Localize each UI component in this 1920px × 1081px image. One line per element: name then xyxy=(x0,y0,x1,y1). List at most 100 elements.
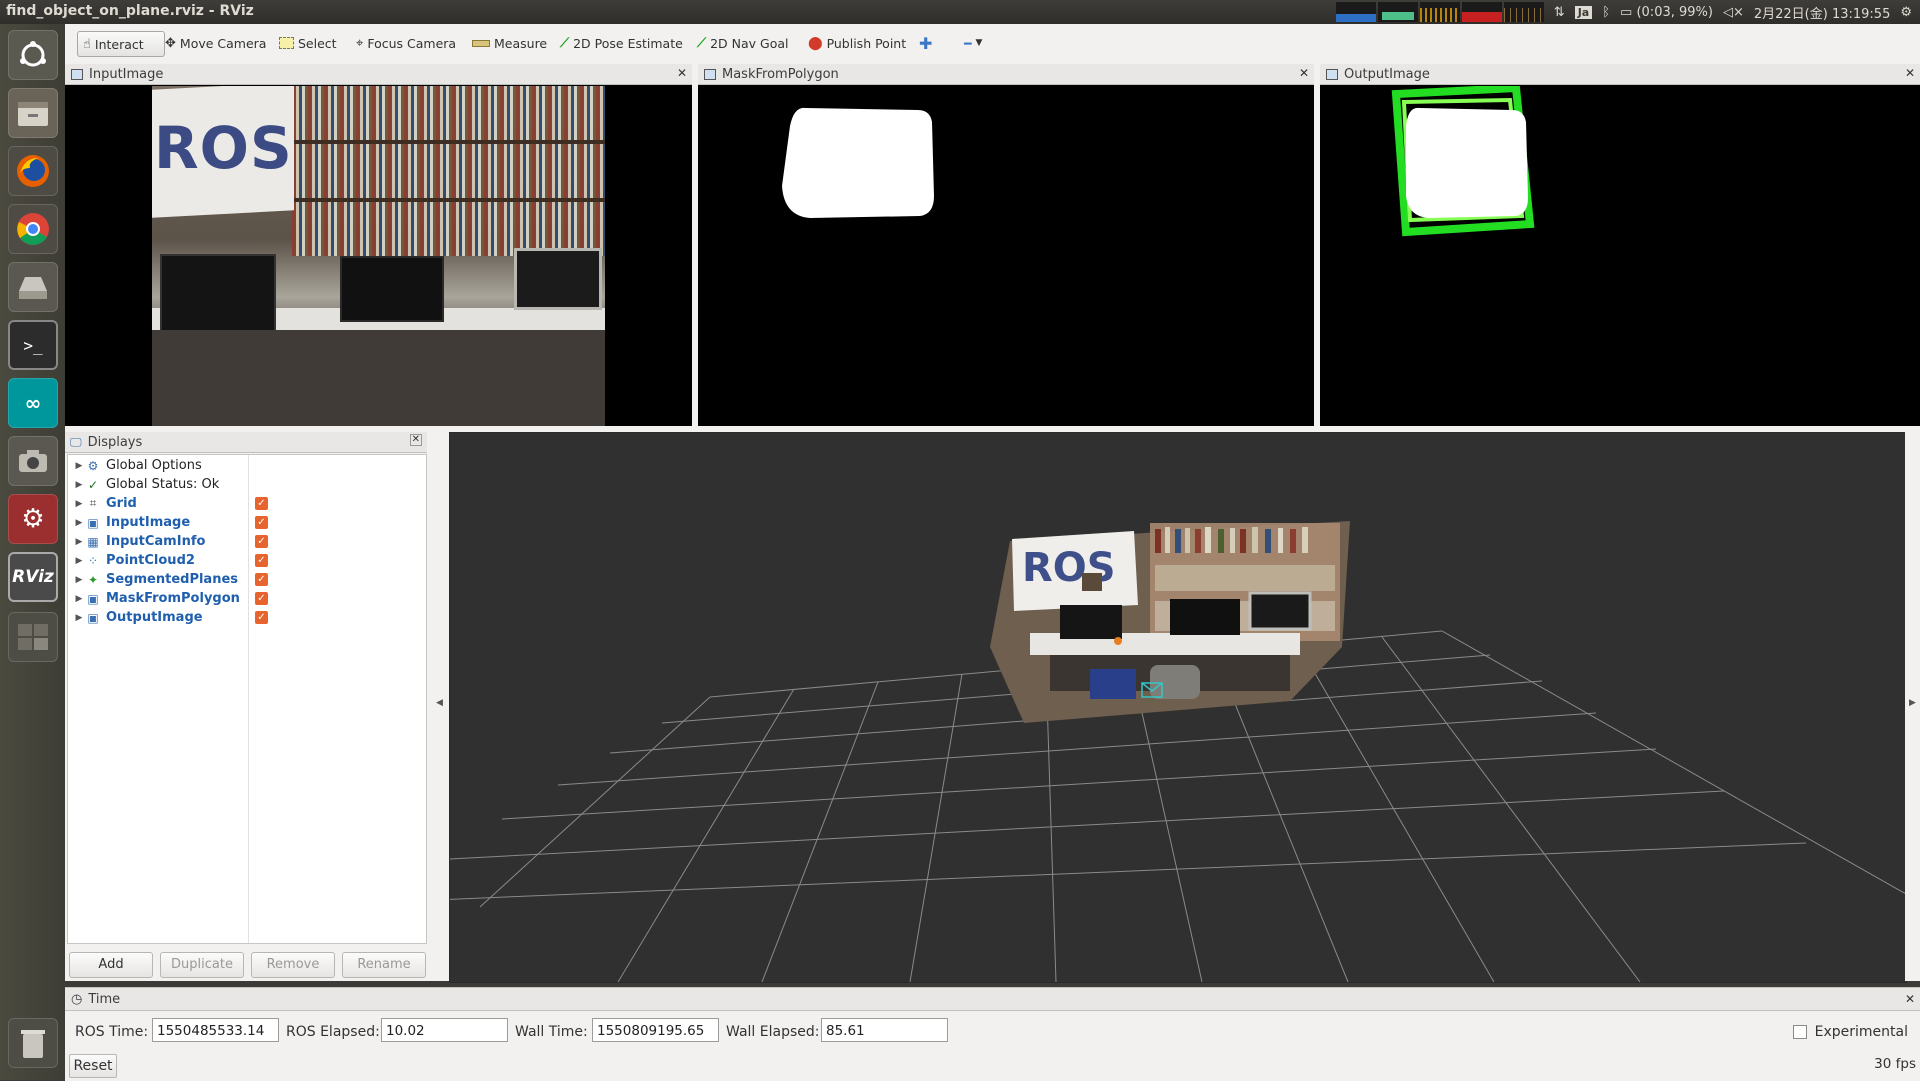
expand-arrow-icon[interactable]: ▶ xyxy=(72,556,86,566)
rename-display-button[interactable]: Rename xyxy=(342,952,426,978)
terminal-icon[interactable]: >_ xyxy=(8,320,58,370)
add-tool-button[interactable]: ✚ xyxy=(914,31,937,55)
display-row-output-image[interactable]: ▶ ▣ OutputImage ✓ xyxy=(68,608,426,627)
workspace-icon[interactable] xyxy=(8,612,58,662)
wall-time-field[interactable]: 1550809195.65 xyxy=(592,1018,719,1042)
panel-header: InputImage ✕ xyxy=(65,64,692,85)
display-label: SegmentedPlanes xyxy=(106,572,239,587)
collapse-right-icon[interactable]: ▶ xyxy=(1909,698,1916,708)
rviz-icon[interactable]: RViz xyxy=(8,552,58,602)
files-icon[interactable] xyxy=(8,88,58,138)
network-icon[interactable]: ⇅ xyxy=(1554,5,1565,20)
display-row-segmented-planes[interactable]: ▶ ✦ SegmentedPlanes ✓ xyxy=(68,570,426,589)
expand-arrow-icon[interactable]: ▶ xyxy=(72,480,86,490)
display-row-input-image[interactable]: ▶ ▣ InputImage ✓ xyxy=(68,513,426,532)
clock-icon: ◷ xyxy=(71,991,83,1007)
close-icon[interactable]: ✕ xyxy=(1905,66,1915,80)
focus-icon: ⌖ xyxy=(356,35,364,51)
tool-publish-point[interactable]: ⬤ Publish Point xyxy=(803,31,911,55)
trash-icon[interactable] xyxy=(8,1018,58,1068)
gear-icon[interactable]: ⚙ xyxy=(1900,5,1912,20)
tool-measure[interactable]: Measure xyxy=(467,31,552,55)
settings-icon[interactable]: ⚙ xyxy=(8,494,58,544)
display-label: OutputImage xyxy=(106,610,203,625)
tool-label: 2D Nav Goal xyxy=(710,35,789,51)
tool-2d-pose-estimate[interactable]: ⟋ 2D Pose Estimate xyxy=(555,31,688,55)
output-image-panel: OutputImage ✕ xyxy=(1320,64,1920,426)
tool-move-camera[interactable]: ✥ Move Camera xyxy=(160,31,271,55)
display-row-global-status[interactable]: ▶ ✓ Global Status: Ok xyxy=(68,475,426,494)
expand-arrow-icon[interactable]: ▶ xyxy=(72,461,86,471)
chrome-icon[interactable] xyxy=(8,204,58,254)
disk-icon[interactable] xyxy=(8,262,58,312)
experimental-toggle[interactable]: Experimental xyxy=(1792,1024,1908,1040)
arrow-green-icon: ⟋ xyxy=(560,35,570,51)
expand-arrow-icon[interactable]: ▶ xyxy=(72,575,86,585)
camera-icon[interactable] xyxy=(8,436,58,486)
ros-time-field[interactable]: 1550485533.14 xyxy=(152,1018,279,1042)
display-row-grid[interactable]: ▶ ⌗ Grid ✓ xyxy=(68,494,426,513)
display-row-input-cam-info[interactable]: ▶ ▦ InputCamInfo ✓ xyxy=(68,532,426,551)
monitor xyxy=(340,256,444,322)
monitor xyxy=(160,254,276,336)
clock[interactable]: 2月22日(金) 13:19:55 xyxy=(1754,3,1890,22)
close-icon[interactable]: ✕ xyxy=(409,434,422,446)
fps-readout: 30 fps xyxy=(1874,1056,1916,1072)
3d-scene[interactable]: ROS xyxy=(450,433,1906,982)
display-label: Grid xyxy=(106,496,137,511)
right-splitter[interactable]: ▶ xyxy=(1905,432,1920,981)
display-label: InputCamInfo xyxy=(106,534,206,549)
plus-icon: ✚ xyxy=(919,33,933,53)
enabled-checkbox[interactable]: ✓ xyxy=(255,497,268,510)
image-panel-icon xyxy=(1326,68,1338,80)
ros-elapsed-label: ROS Elapsed: xyxy=(286,1024,380,1040)
duplicate-display-button[interactable]: Duplicate xyxy=(160,952,244,978)
wall-elapsed-field[interactable]: 85.61 xyxy=(821,1018,948,1042)
remove-display-button[interactable]: Remove xyxy=(251,952,335,978)
tool-select[interactable]: Select xyxy=(274,31,342,55)
enabled-checkbox[interactable]: ✓ xyxy=(255,535,268,548)
display-row-global-options[interactable]: ▶ ⚙ Global Options xyxy=(68,456,426,475)
panel-header: OutputImage ✕ xyxy=(1320,64,1920,85)
reset-button[interactable]: Reset xyxy=(69,1054,117,1078)
close-icon[interactable]: ✕ xyxy=(677,66,687,80)
expand-arrow-icon[interactable]: ▶ xyxy=(72,613,86,623)
enabled-checkbox[interactable]: ✓ xyxy=(255,573,268,586)
experimental-checkbox[interactable] xyxy=(1792,1025,1807,1039)
expand-arrow-icon[interactable]: ▶ xyxy=(72,499,86,509)
input-image-view: ROS xyxy=(152,86,605,426)
shelf-board xyxy=(292,198,605,202)
bookshelf xyxy=(292,86,605,256)
enabled-checkbox[interactable]: ✓ xyxy=(255,554,268,567)
input-method-indicator[interactable]: Ja xyxy=(1574,5,1593,19)
display-row-pointcloud2[interactable]: ▶ ⁘ PointCloud2 ✓ xyxy=(68,551,426,570)
expand-arrow-icon[interactable]: ▶ xyxy=(72,537,86,547)
enabled-checkbox[interactable]: ✓ xyxy=(255,592,268,605)
tool-interact[interactable]: ☝ Interact xyxy=(77,31,165,57)
system-monitor-graphs[interactable] xyxy=(1335,2,1544,22)
collapse-left-icon[interactable]: ◀ xyxy=(436,698,443,708)
ros-elapsed-field[interactable]: 10.02 xyxy=(381,1018,508,1042)
volume-icon[interactable]: ◁× xyxy=(1723,5,1744,20)
display-row-mask-from-polygon[interactable]: ▶ ▣ MaskFromPolygon ✓ xyxy=(68,589,426,608)
rviz-icon-label: RViz xyxy=(12,567,54,587)
tool-focus-camera[interactable]: ⌖ Focus Camera xyxy=(351,31,461,55)
arduino-icon[interactable]: ∞ xyxy=(8,378,58,428)
enabled-checkbox[interactable]: ✓ xyxy=(255,516,268,529)
add-display-button[interactable]: Add xyxy=(69,952,153,978)
bluetooth-icon[interactable]: ᛒ xyxy=(1602,5,1610,20)
monitor-icon: 🖵 xyxy=(70,434,82,449)
battery-indicator[interactable]: ▭ (0:03, 99%) xyxy=(1620,5,1713,20)
firefox-icon[interactable] xyxy=(8,146,58,196)
3d-render-view[interactable]: ROS xyxy=(449,432,1907,983)
wall-time-label: Wall Time: xyxy=(515,1024,588,1040)
close-icon[interactable]: ✕ xyxy=(1905,992,1915,1006)
expand-arrow-icon[interactable]: ▶ xyxy=(72,594,86,604)
expand-arrow-icon[interactable]: ▶ xyxy=(72,518,86,528)
enabled-checkbox[interactable]: ✓ xyxy=(255,611,268,624)
remove-tool-button[interactable]: ━ ▼ xyxy=(959,31,987,55)
tool-2d-nav-goal[interactable]: ⟋ 2D Nav Goal xyxy=(692,31,794,55)
close-icon[interactable]: ✕ xyxy=(1299,66,1309,80)
left-splitter[interactable]: ◀ xyxy=(427,432,449,981)
ubuntu-dash-icon[interactable] xyxy=(8,30,58,80)
